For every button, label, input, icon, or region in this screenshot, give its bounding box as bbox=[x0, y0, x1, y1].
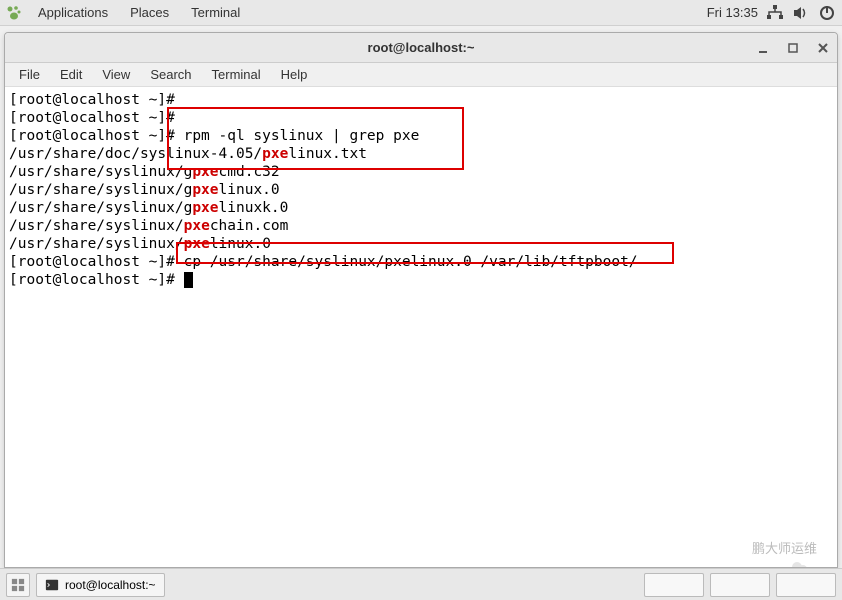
window-title: root@localhost:~ bbox=[368, 40, 475, 55]
terminal-line: /usr/share/syslinux/gpxelinuxk.0 bbox=[9, 199, 833, 217]
taskbar-item-terminal[interactable]: root@localhost:~ bbox=[36, 573, 165, 597]
maximize-button[interactable] bbox=[785, 40, 801, 56]
terminal-line: [root@localhost ~]# cp /usr/share/syslin… bbox=[9, 253, 833, 271]
terminal-line: /usr/share/doc/syslinux-4.05/pxelinux.tx… bbox=[9, 145, 833, 163]
applications-menu[interactable]: Applications bbox=[28, 2, 118, 23]
topbar-right: Fri 13:35 bbox=[707, 4, 836, 22]
terminal-line: /usr/share/syslinux/gpxelinux.0 bbox=[9, 181, 833, 199]
watermark-text: 鹏大师运维 bbox=[752, 541, 817, 559]
terminal-line: [root@localhost ~]# bbox=[9, 271, 833, 289]
minimize-button[interactable] bbox=[755, 40, 771, 56]
terminal-menubar: File Edit View Search Terminal Help bbox=[5, 63, 837, 87]
top-panel: Applications Places Terminal Fri 13:35 bbox=[0, 0, 842, 26]
clock[interactable]: Fri 13:35 bbox=[707, 5, 758, 20]
window-controls bbox=[755, 40, 831, 56]
wechat-icon bbox=[728, 541, 746, 559]
bottom-panel: root@localhost:~ bbox=[0, 568, 842, 600]
menu-file[interactable]: File bbox=[9, 65, 50, 84]
network-icon[interactable] bbox=[766, 4, 784, 22]
menu-search[interactable]: Search bbox=[140, 65, 201, 84]
watermark: 鹏大师运维 bbox=[728, 541, 817, 559]
taskbar-tray-2[interactable] bbox=[710, 573, 770, 597]
terminal-content[interactable]: [root@localhost ~]#[root@localhost ~]#[r… bbox=[5, 87, 837, 567]
cursor bbox=[184, 272, 193, 288]
places-menu[interactable]: Places bbox=[120, 2, 179, 23]
taskbar-tray-3[interactable] bbox=[776, 573, 836, 597]
terminal-line: /usr/share/syslinux/pxechain.com bbox=[9, 217, 833, 235]
menu-edit[interactable]: Edit bbox=[50, 65, 92, 84]
taskbar-item-label: root@localhost:~ bbox=[65, 578, 156, 592]
show-desktop-button[interactable] bbox=[6, 573, 30, 597]
terminal-line: [root@localhost ~]# rpm -ql syslinux | g… bbox=[9, 127, 833, 145]
close-button[interactable] bbox=[815, 40, 831, 56]
terminal-line: /usr/share/syslinux/gpxecmd.c32 bbox=[9, 163, 833, 181]
menu-view[interactable]: View bbox=[92, 65, 140, 84]
gnome-foot-icon bbox=[6, 5, 22, 21]
terminal-menu[interactable]: Terminal bbox=[181, 2, 250, 23]
volume-icon[interactable] bbox=[792, 4, 810, 22]
terminal-line: /usr/share/syslinux/pxelinux.0 bbox=[9, 235, 833, 253]
topbar-left: Applications Places Terminal bbox=[6, 2, 250, 23]
terminal-line: [root@localhost ~]# bbox=[9, 91, 833, 109]
window-titlebar[interactable]: root@localhost:~ bbox=[5, 33, 837, 63]
menu-terminal[interactable]: Terminal bbox=[202, 65, 271, 84]
terminal-window: root@localhost:~ File Edit View Search T… bbox=[4, 32, 838, 568]
menu-help[interactable]: Help bbox=[271, 65, 318, 84]
power-icon[interactable] bbox=[818, 4, 836, 22]
taskbar-tray-1[interactable] bbox=[644, 573, 704, 597]
terminal-line: [root@localhost ~]# bbox=[9, 109, 833, 127]
